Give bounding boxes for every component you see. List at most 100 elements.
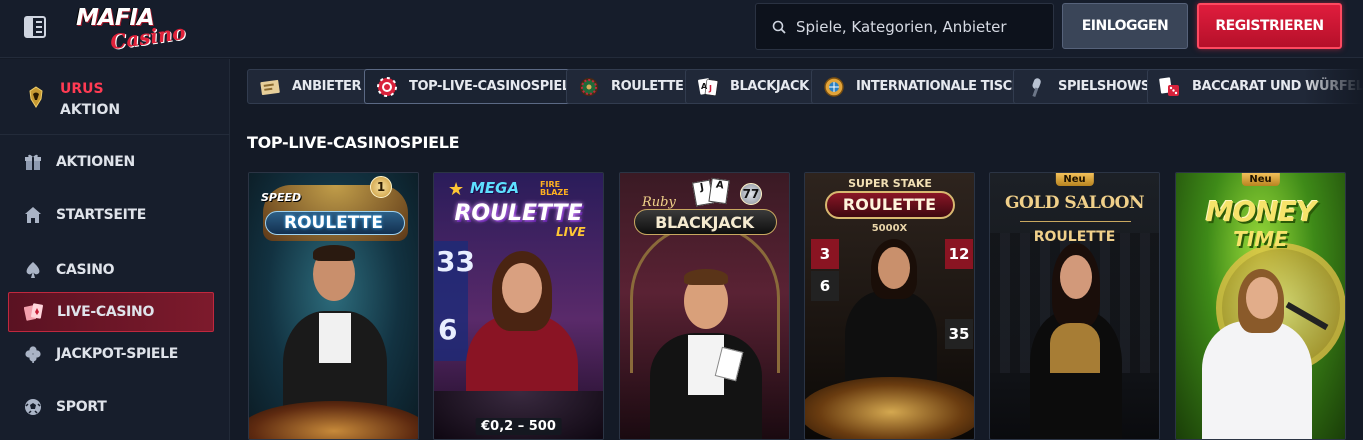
sidebar-item-label: STARTSEITE — [56, 207, 147, 223]
game-tile-mega-fire-blaze-roulette[interactable]: 33 6 MEGA ★ FIRE BLAZE ROULETTE LIVE €0,… — [433, 172, 604, 440]
dealer-shirt — [319, 313, 351, 363]
tab-blackjack[interactable]: AJ BLACKJACK — [685, 69, 820, 104]
sidebar-promo-urus[interactable]: URUS AKTION — [8, 75, 214, 119]
promo-title: URUS — [60, 81, 104, 97]
login-button[interactable]: EINLOGGEN — [1062, 3, 1188, 49]
dealer-face — [1060, 255, 1092, 299]
game-pre-title: Ruby — [642, 195, 676, 210]
svg-text:J: J — [708, 84, 712, 93]
search-input[interactable] — [796, 17, 1036, 36]
dealer-face — [878, 247, 910, 289]
board-number: 12 — [945, 239, 973, 269]
sidebar-divider — [0, 134, 230, 135]
title-divider — [1020, 221, 1131, 222]
tab-anbieter[interactable]: ANBIETER — [247, 69, 373, 104]
sidebar-item-startseite[interactable]: STARTSEITE — [8, 195, 214, 235]
board-number: 33 — [436, 245, 475, 278]
game-title: ROULETTE — [284, 213, 383, 233]
tab-top-live-casinospiele[interactable]: TOP-LIVE-CASINOSPIELE — [364, 69, 590, 104]
globe-icon — [822, 75, 846, 99]
tab-label: INTERNATIONALE TISCHE — [856, 79, 1031, 94]
tab-label: SPIELSHOWS — [1058, 79, 1150, 94]
microphone-icon — [1024, 75, 1048, 99]
game-tile-super-stake-roulette[interactable]: 3 6 12 35 SUPER STAKE ROULETTE 5000X — [804, 172, 975, 440]
sidebar-item-jackpot-spiele[interactable]: JACKPOT-SPIELE — [8, 334, 214, 374]
game-title: TIME — [1233, 227, 1288, 251]
chip-icon — [375, 75, 399, 99]
bet-limit: €0,2 – 500 — [475, 418, 562, 435]
search-box[interactable] — [755, 3, 1054, 50]
section-title: TOP-LIVE-CASINOSPIELE — [247, 133, 460, 152]
tab-label: ROULETTE — [611, 79, 684, 94]
sidebar: URUS AKTION AKTIONEN STARTSEITE CASINO L… — [0, 59, 230, 440]
sidebar-item-casino[interactable]: CASINO — [8, 250, 214, 290]
gift-icon — [22, 151, 44, 173]
dealer-hair — [684, 269, 728, 285]
game-pre-title: SPEED — [261, 191, 302, 204]
rank-badge: 77 — [740, 183, 762, 205]
sidebar-item-live-casino[interactable]: LIVE-CASINO — [8, 292, 214, 332]
home-icon — [22, 204, 44, 226]
tab-spielshows[interactable]: SPIELSHOWS — [1013, 69, 1161, 104]
promo-subtitle: AKTION — [60, 102, 121, 118]
game-tile-gold-saloon-roulette[interactable]: Neu GOLD SALOON ROULETTE — [989, 172, 1160, 440]
sidebar-item-label: CASINO — [56, 262, 115, 278]
new-badge: Neu — [1055, 173, 1094, 186]
sidebar-item-sport[interactable]: SPORT — [8, 387, 214, 427]
board-number: 6 — [811, 271, 839, 301]
cards-icon — [23, 301, 45, 323]
roulette-wheel — [249, 401, 418, 439]
new-badge: Neu — [1241, 173, 1280, 186]
game-tile-ruby-blackjack[interactable]: J A Ruby BLACKJACK 77 — [619, 172, 790, 440]
star-icon: ★ — [448, 179, 465, 200]
register-button[interactable]: REGISTRIEREN — [1197, 3, 1342, 49]
card-a-icon: A — [708, 177, 730, 205]
game-tag: FIRE BLAZE — [540, 180, 569, 197]
roulette-icon — [577, 75, 601, 99]
dealer-hair — [313, 245, 355, 261]
game-title: ROULETTE — [842, 195, 937, 214]
game-title: ROULETTE — [454, 201, 583, 226]
dice-icon — [1158, 75, 1182, 99]
dealer-face — [1246, 277, 1278, 319]
game-title: BLACKJACK — [655, 213, 754, 232]
category-bar: ANBIETER TOP-LIVE-CASINOSPIELE ROULETTE … — [236, 59, 1363, 115]
tab-label: BLACKJACK — [730, 79, 809, 94]
game-pre-title: MONEY — [1205, 195, 1317, 228]
blackjack-icon: AJ — [696, 75, 720, 99]
game-title: ROULETTE — [1033, 229, 1116, 245]
game-pre-title: SUPER STAKE — [848, 177, 932, 190]
tab-label: ANBIETER — [292, 79, 362, 94]
board-number: 35 — [945, 319, 973, 349]
game-pre-title: MEGA — [470, 179, 520, 197]
spade-icon — [22, 259, 44, 281]
provider-icon — [258, 75, 282, 99]
site-logo[interactable]: MAFIA Casino — [74, 5, 187, 54]
board-number: 3 — [811, 239, 839, 269]
scroll-fade — [1303, 59, 1363, 115]
dealer-dress — [1050, 323, 1100, 373]
sidebar-item-label: AKTIONEN — [56, 154, 135, 170]
dealer-face — [502, 263, 542, 313]
game-pre-title: GOLD SALOON — [1004, 193, 1145, 213]
top-header: MAFIA Casino EINLOGGEN REGISTRIEREN — [0, 0, 1363, 58]
svg-text:A: A — [701, 82, 708, 91]
soccer-ball-icon — [22, 396, 44, 418]
sidebar-item-aktionen[interactable]: AKTIONEN — [8, 142, 214, 182]
tab-roulette[interactable]: ROULETTE — [566, 69, 695, 104]
sidebar-item-label: LIVE-CASINO — [57, 304, 155, 320]
game-tile-speed-roulette[interactable]: SPEED ROULETTE 1 — [248, 172, 419, 440]
tab-label: TOP-LIVE-CASINOSPIELE — [409, 79, 579, 94]
game-post-title: 5000X — [871, 223, 908, 234]
search-icon — [772, 20, 786, 34]
rank-badge: 1 — [370, 176, 392, 198]
game-tile-money-time[interactable]: Neu MONEY TIME — [1175, 172, 1346, 440]
sidebar-toggle-icon[interactable] — [24, 16, 46, 38]
sidebar-item-label: JACKPOT-SPIELE — [56, 346, 179, 362]
clover-icon — [22, 343, 44, 365]
bull-icon — [24, 85, 48, 109]
dealer-figure — [1202, 321, 1312, 439]
tab-internationale-tische[interactable]: INTERNATIONALE TISCHE — [811, 69, 1042, 104]
sidebar-item-label: SPORT — [56, 399, 107, 415]
roulette-wheel — [805, 377, 974, 439]
